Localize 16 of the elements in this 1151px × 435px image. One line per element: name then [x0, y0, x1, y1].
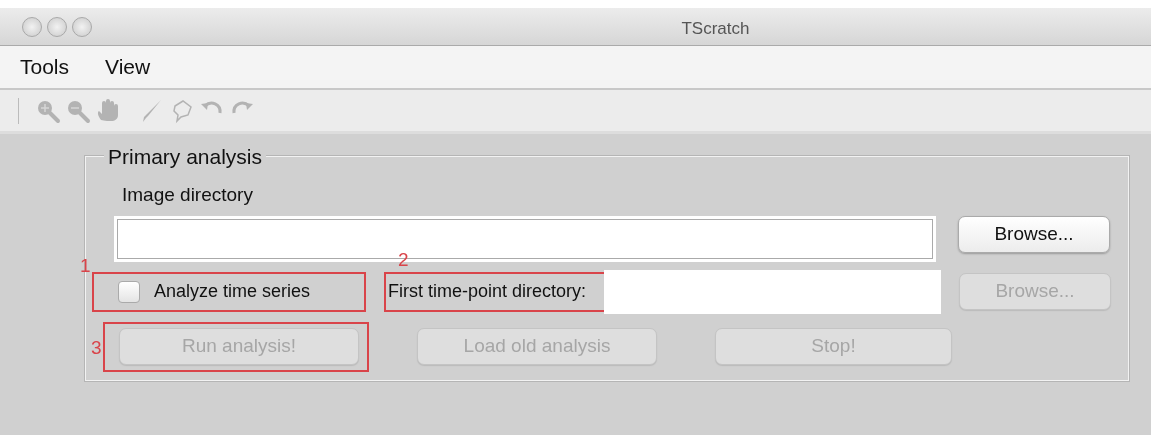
menu-item[interactable]: View: [105, 51, 151, 83]
window-title: TScratch: [681, 18, 750, 40]
close-button[interactable]: [22, 16, 42, 37]
checkbox-label: Analyze time series: [154, 280, 311, 303]
field-label: Image directory: [122, 184, 253, 205]
input-field[interactable]: [604, 269, 941, 314]
browse-button[interactable]: Browse...: [958, 215, 1110, 253]
field-label: First time-point directory:: [387, 280, 587, 303]
zoom-button[interactable]: [72, 16, 92, 37]
menu-item[interactable]: Tools: [20, 51, 70, 83]
checkbox[interactable]: [118, 280, 140, 303]
annotation-number: 1: [80, 255, 91, 275]
hand-icon[interactable]: [95, 97, 121, 124]
annotation-number: 2: [398, 249, 409, 269]
annotation-number: 3: [91, 337, 102, 357]
minimize-button[interactable]: [47, 16, 67, 37]
